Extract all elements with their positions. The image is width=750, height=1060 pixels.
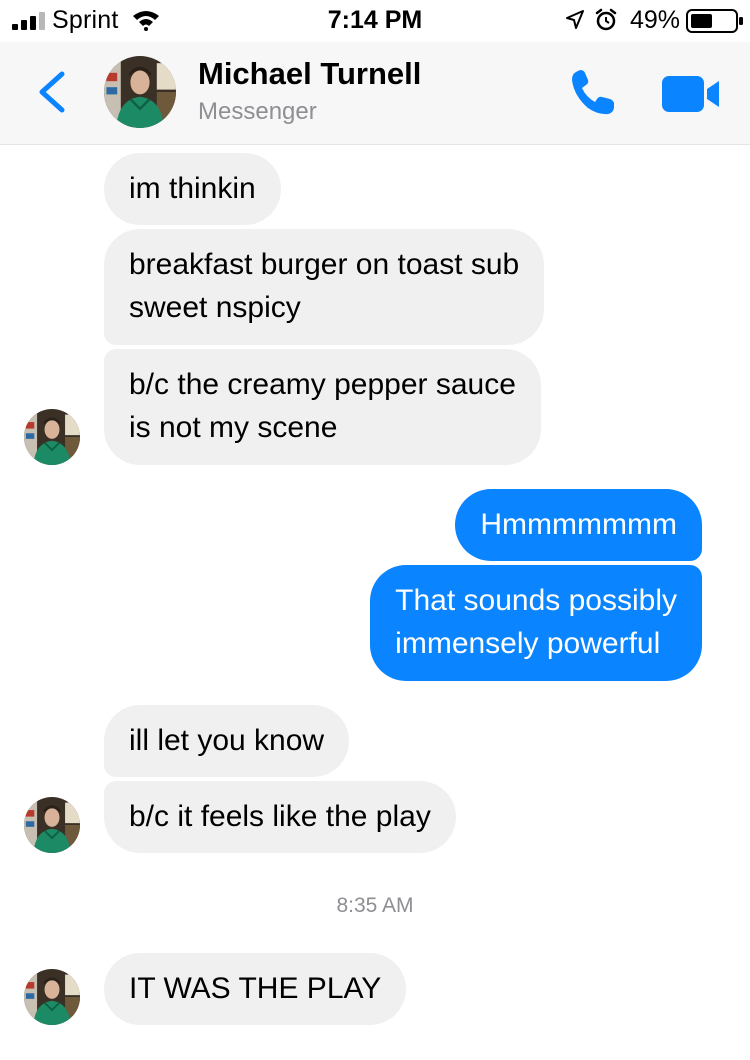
battery-percent: 49% (630, 6, 681, 34)
message-text-line: sweet nspicy (129, 291, 301, 324)
message-bubble-incoming[interactable]: b/c the creamy pepper sauce is not my sc… (104, 349, 541, 465)
message-bubble-incoming[interactable]: breakfast burger on toast sub sweet nspi… (104, 229, 545, 345)
video-call-icon[interactable] (662, 74, 720, 114)
message-timestamp: 8:35 AM (336, 894, 414, 917)
message-text-line: is not my scene (129, 411, 338, 444)
message-bubble-incoming[interactable]: IT WAS THE PLAY (104, 953, 407, 1025)
message-text: im thinkin (129, 172, 256, 205)
status-bar: Sprint 7:14 PM 49% (0, 0, 750, 42)
message-bubble-outgoing[interactable]: Hmmmmmmm (455, 489, 702, 561)
message-bubble-incoming[interactable]: ill let you know (104, 705, 350, 777)
message-text-line: immensely powerful (395, 627, 661, 660)
battery-icon (686, 9, 743, 33)
message-text-line: b/c the creamy pepper sauce (129, 368, 516, 401)
message-text-line: That sounds possibly (395, 584, 677, 617)
sender-avatar[interactable] (24, 969, 80, 1025)
message-text: ill let you know (129, 724, 325, 757)
message-bubble-incoming[interactable]: im thinkin (104, 153, 281, 225)
phone-call-icon[interactable] (568, 68, 618, 118)
message-bubble-incoming[interactable]: b/c it feels like the play (104, 781, 456, 853)
alarm-icon (595, 8, 617, 31)
message-text: b/c it feels like the play (129, 800, 431, 833)
message-bubble-outgoing[interactable]: That sounds possibly immensely powerful (370, 565, 702, 681)
conversation-header: Michael Turnell Messenger (0, 42, 750, 145)
sender-avatar[interactable] (24, 797, 80, 853)
contact-subtitle: Messenger (198, 98, 317, 125)
message-text: IT WAS THE PLAY (129, 972, 382, 1005)
contact-name[interactable]: Michael Turnell (198, 56, 421, 92)
message-text: Hmmmmmmm (480, 508, 677, 541)
sender-avatar[interactable] (24, 409, 80, 465)
message-text-line: breakfast burger on toast sub (129, 248, 520, 281)
back-chevron-icon[interactable] (34, 70, 68, 114)
location-icon (566, 10, 584, 29)
contact-avatar[interactable] (104, 56, 176, 128)
